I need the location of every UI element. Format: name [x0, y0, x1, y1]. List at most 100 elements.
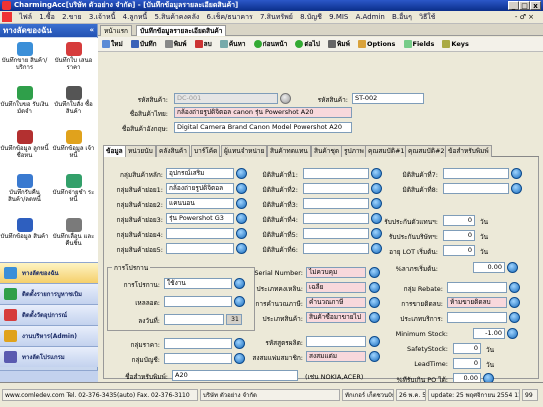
prev-button[interactable]: ก่อนหน้า — [253, 40, 287, 48]
calendar-button[interactable]: 31 — [226, 314, 242, 325]
sub-group-2-lookup-icon[interactable] — [236, 198, 247, 209]
dim-6-field[interactable] — [303, 243, 369, 254]
dim-3-lookup-icon[interactable] — [371, 198, 382, 209]
formula-code-lookup-icon[interactable] — [369, 336, 380, 347]
sub-group-4-field[interactable] — [166, 228, 234, 239]
serial-number-lookup-icon[interactable] — [369, 267, 380, 278]
dim-8-lookup-icon[interactable] — [511, 183, 522, 194]
sub-group-1-field[interactable]: กล้องถ่ายรูปดิจิตอล — [166, 183, 234, 194]
tab-property-2[interactable]: คุณสมบัติ#2 — [405, 145, 448, 157]
shortcut-deposit[interactable]: บันทึกใบขอ รับเงินมัดจำ — [0, 86, 49, 115]
sale-status-field[interactable]: ใช้งาน — [164, 278, 232, 289]
reason-lookup-icon[interactable] — [234, 296, 245, 307]
negative-sale-lookup-icon[interactable] — [509, 297, 520, 308]
product-code-field[interactable]: DC-001 — [174, 93, 278, 104]
app-menu-icon[interactable] — [2, 12, 12, 22]
print-name-field[interactable]: A20 — [172, 370, 298, 381]
price-group-field[interactable] — [164, 338, 232, 349]
section-program-shortcuts[interactable]: ทางลัดโปรแกรม — [0, 346, 98, 367]
safety-stock-field[interactable]: 0 — [453, 343, 481, 354]
maximize-button[interactable]: □ — [519, 1, 530, 10]
tab-unit[interactable]: หน่วยนับ — [125, 145, 156, 157]
dim-7-field[interactable] — [443, 168, 509, 179]
doc-tab-product[interactable]: บันทึกข้อมูลรายละเอียดสินค้า — [136, 25, 227, 36]
dim-8-field[interactable] — [443, 183, 509, 194]
shortcut-quote[interactable]: บันทึกใบ เสนอราคา — [49, 42, 98, 71]
stock-type-lookup-icon[interactable] — [369, 282, 380, 293]
tab-print[interactable]: ข้อสำหรับพิมพ์ — [445, 145, 492, 157]
rebate-group-field[interactable] — [447, 282, 507, 293]
tab-distributor[interactable]: ผู้แทนจำหน่าย — [221, 145, 268, 157]
options-button[interactable]: Options — [357, 40, 395, 48]
tab-warehouse[interactable]: คลังสินค้า — [156, 145, 190, 157]
price-group-lookup-icon[interactable] — [234, 338, 245, 349]
search-button[interactable]: ค้นหา — [219, 40, 246, 48]
save-button[interactable]: บันทึก — [130, 40, 157, 48]
date-field[interactable] — [164, 314, 224, 325]
shortcut-adjust[interactable]: บันทึกเลื่อน และคืนชิ้น — [49, 218, 98, 247]
collapse-icon[interactable]: « — [89, 24, 94, 37]
name-th-field[interactable]: กล้องถ่ายรูปดิจิตอล canon รุ่น Powershot… — [174, 107, 352, 118]
min-stock-calc-icon[interactable] — [507, 328, 518, 339]
minimize-button[interactable]: _ — [508, 1, 519, 10]
menu-cheque[interactable]: 6.เช็ค/ธนาคาร — [207, 13, 253, 21]
shortcut-product[interactable]: บันทึกข้อมูล สินค้า — [0, 218, 49, 240]
menu-debtor[interactable]: 4.ลูกหนี้ — [123, 13, 148, 21]
section-my-shortcuts[interactable]: ทางลัดของฉัน — [0, 262, 98, 283]
menu-sales[interactable]: 2.ขาย — [62, 13, 82, 21]
dim-3-field[interactable] — [303, 198, 369, 209]
account-group-field[interactable] — [164, 353, 232, 364]
close-button[interactable]: x — [530, 1, 541, 10]
tab-bundle[interactable]: สินค้าชุด — [311, 145, 343, 157]
dim-1-field[interactable] — [303, 168, 369, 179]
dim-7-lookup-icon[interactable] — [511, 168, 522, 179]
vat-default-calc-icon[interactable] — [507, 262, 518, 273]
sale-status-lookup-icon[interactable] — [234, 278, 245, 289]
dim-2-field[interactable] — [303, 183, 369, 194]
sub-group-5-lookup-icon[interactable] — [236, 243, 247, 254]
main-group-field[interactable]: อุปกรณ์เสริม — [166, 168, 234, 179]
lot-age-field[interactable]: 0 — [443, 245, 475, 256]
shortcut-debtor[interactable]: บันทึกข้อมูล ลูกหนี้ชื่อหน — [0, 130, 49, 159]
shortcut-sales[interactable]: บันทึกขาย สินค้า/บริการ — [0, 42, 49, 71]
product-type-field[interactable]: สินค้าซื้อมาขายไป — [306, 312, 366, 323]
menu-account[interactable]: 8.บัญชี — [300, 13, 322, 21]
name-en-field[interactable]: Digital Camera Brand Canon Model Powersh… — [174, 122, 352, 133]
tab-barcode[interactable]: บาร์โค้ด — [191, 145, 221, 157]
menu-help[interactable]: วิธีใช้ — [419, 13, 435, 21]
menu-creditor[interactable]: 3.เจ้าหนี้ — [89, 13, 116, 21]
tab-image[interactable]: รูปภาพ — [341, 145, 367, 157]
tax-calc-field[interactable]: คำนวณภาษี — [306, 297, 366, 308]
member-points-field[interactable]: สงสมแต่ม — [306, 351, 366, 362]
sub-group-4-lookup-icon[interactable] — [236, 228, 247, 239]
vat-default-field[interactable]: 0.00 — [473, 262, 505, 273]
dim-4-field[interactable] — [303, 213, 369, 224]
negative-sale-field[interactable]: ห้ามขายติดลบ — [447, 297, 507, 308]
company-warranty-field[interactable]: 0 — [443, 230, 475, 241]
tab-substitute[interactable]: สินค้าทดแทน — [267, 145, 311, 157]
product-code-lookup-icon[interactable] — [280, 93, 291, 104]
mdi-controls[interactable]: - ♂ × — [515, 11, 534, 24]
rebate-group-lookup-icon[interactable] — [509, 282, 520, 293]
member-points-lookup-icon[interactable] — [369, 351, 380, 362]
shortcut-creditor[interactable]: บันทึกข้อมูล เจ้าหนี้ — [49, 130, 98, 159]
section-setup[interactable]: ติดตั้งรายการบูหาชเบิม — [0, 283, 98, 304]
main-group-lookup-icon[interactable] — [236, 168, 247, 179]
menu-asset[interactable]: 7.สินทรัพย์ — [260, 13, 293, 21]
sub-group-3-lookup-icon[interactable] — [236, 213, 247, 224]
dim-2-lookup-icon[interactable] — [371, 183, 382, 194]
print-button[interactable]: พิมพ์ — [328, 40, 350, 48]
formula-code-field[interactable] — [306, 336, 366, 347]
tab-property-1[interactable]: คุณสมบัติ#1 — [365, 145, 408, 157]
reason-field[interactable] — [164, 296, 232, 307]
agent-warranty-field[interactable]: 0 — [443, 215, 475, 226]
next-button[interactable]: ต่อไป — [295, 40, 320, 48]
barcode-field[interactable]: ST-002 — [352, 93, 424, 104]
fields-button[interactable]: Fields — [403, 40, 434, 48]
keys-button[interactable]: Keys — [442, 40, 469, 48]
delete-button[interactable]: ลบ — [194, 40, 212, 48]
dim-1-lookup-icon[interactable] — [371, 168, 382, 179]
tax-calc-lookup-icon[interactable] — [369, 297, 380, 308]
product-type-lookup-icon[interactable] — [369, 312, 380, 323]
serial-number-field[interactable]: ไม่ควบคุม — [306, 267, 366, 278]
